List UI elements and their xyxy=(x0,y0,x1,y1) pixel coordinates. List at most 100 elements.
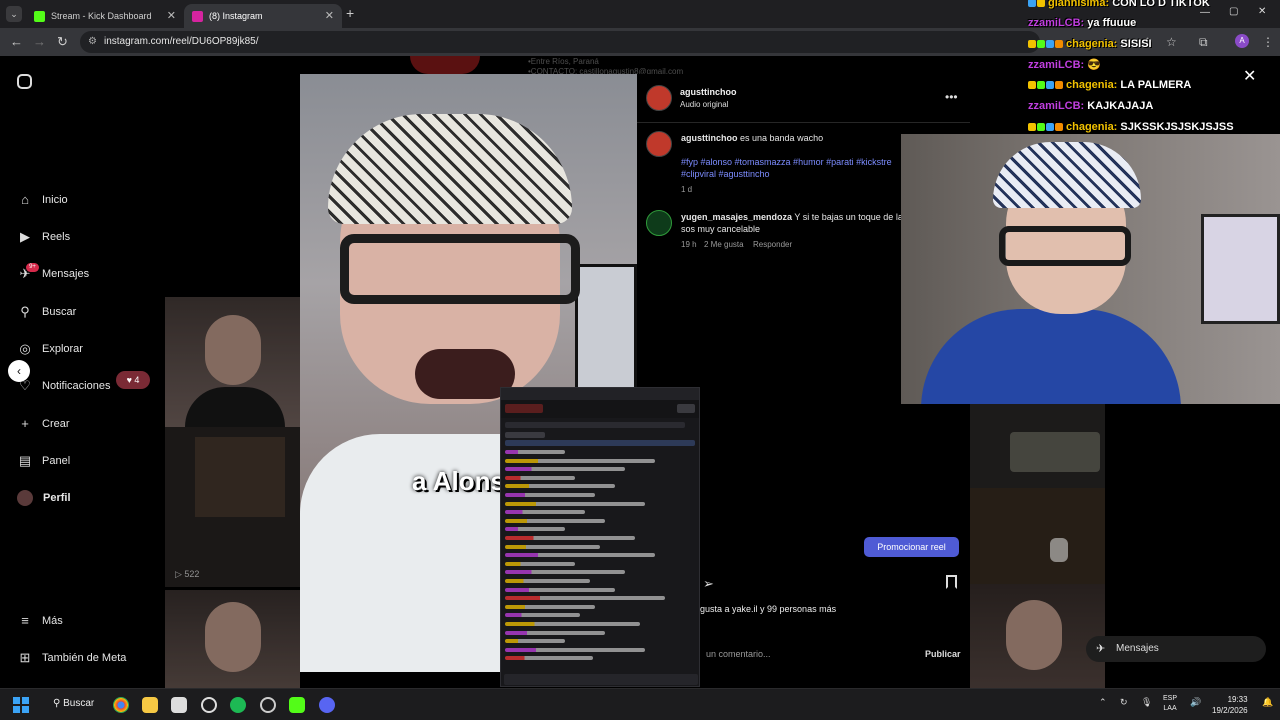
author-avatar[interactable] xyxy=(646,85,672,111)
tab-search-button[interactable]: ⌄ xyxy=(6,6,22,22)
sidebar-item-notificaciones[interactable]: ♡ Notificaciones xyxy=(16,378,110,394)
wall-poster xyxy=(1201,214,1280,324)
spotify-icon[interactable] xyxy=(230,697,246,713)
promote-reel-button[interactable]: Promocionar reel xyxy=(864,537,959,557)
comment: yugen_masajes_mendoza Y si te bajas un t… xyxy=(681,212,903,222)
video-bandana xyxy=(328,114,572,224)
kick-chat-popup[interactable] xyxy=(500,387,700,687)
chat-username: chagenia: xyxy=(1066,121,1118,133)
back-icon[interactable]: ← xyxy=(10,34,23,49)
tab-kick-dashboard[interactable]: Stream - Kick Dashboard ✕ xyxy=(26,4,184,28)
webcam-shirt xyxy=(921,309,1181,404)
chat-row xyxy=(505,561,575,566)
previous-post-arrow-icon[interactable]: ‹ xyxy=(8,360,30,382)
new-tab-button[interactable]: + xyxy=(346,5,354,21)
tab-title: (8) Instagram xyxy=(209,11,263,21)
language-primary: ESP xyxy=(1163,695,1178,702)
tab-instagram[interactable]: (8) Instagram ✕ xyxy=(184,4,342,28)
sidebar-item-mas[interactable]: ≡ Más xyxy=(16,613,63,628)
chat-username: zzamiLCB: xyxy=(1028,17,1085,29)
reels-icon: ▶ xyxy=(20,229,30,244)
chat-input[interactable] xyxy=(504,674,698,685)
url-bar[interactable]: ⚙ instagram.com/reel/DU6OP89jk85/ xyxy=(80,31,1040,53)
forward-icon[interactable]: → xyxy=(33,34,46,49)
close-window-icon[interactable]: ✕ xyxy=(1258,6,1266,17)
sidebar-item-buscar[interactable]: ⚲ Buscar xyxy=(16,304,76,320)
reload-icon[interactable]: ↻ xyxy=(57,34,68,50)
caption-author-avatar[interactable] xyxy=(646,131,672,157)
taskbar-search[interactable]: ⚲ Buscar xyxy=(53,698,94,709)
chrome-icon[interactable] xyxy=(113,697,129,713)
site-info-icon[interactable]: ⚙ xyxy=(88,31,97,53)
notepad-icon[interactable] xyxy=(171,697,187,713)
obs-icon[interactable] xyxy=(260,697,276,713)
close-tab-icon[interactable]: ✕ xyxy=(167,9,176,22)
popup-titlebar[interactable] xyxy=(501,388,699,400)
chat-username: giannisima: xyxy=(1048,0,1110,9)
likes-summary[interactable]: gusta a yake.il y 99 personas más xyxy=(700,604,836,614)
file-explorer-icon[interactable] xyxy=(142,697,158,713)
chat-message: chagenia: LA PALMERA xyxy=(1028,79,1191,91)
audio-label[interactable]: Audio original xyxy=(680,100,728,109)
sidebar-item-reels[interactable]: ▶ Reels xyxy=(16,229,70,245)
publish-button[interactable]: Publicar xyxy=(925,649,961,659)
volume-icon[interactable]: 🔊 xyxy=(1190,697,1201,708)
chat-header-row xyxy=(505,422,685,428)
sidebar-item-crear[interactable]: + Crear xyxy=(16,416,69,431)
chatgpt-icon[interactable] xyxy=(201,697,217,713)
share-icon[interactable]: ➢ xyxy=(703,576,714,592)
author-username[interactable]: agusttinchoo xyxy=(680,87,737,97)
chat-message: zzamiLCB: ya ffuuue xyxy=(1028,17,1136,29)
menu-icon: ≡ xyxy=(21,613,29,628)
discord-icon[interactable] xyxy=(319,697,335,713)
taskbar-search-label: Buscar xyxy=(63,698,95,709)
sidebar-item-explorar[interactable]: ◎ Explorar xyxy=(16,341,83,357)
chat-username: chagenia: xyxy=(1066,38,1118,50)
microphone-icon[interactable]: 🎙 xyxy=(1141,697,1152,708)
comment-likes[interactable]: 2 Me gusta xyxy=(704,240,744,249)
close-tab-icon[interactable]: ✕ xyxy=(325,9,334,22)
sidebar-item-meta[interactable]: ⊞ También de Meta xyxy=(16,650,127,666)
more-options-icon[interactable]: ••• xyxy=(945,90,958,104)
reply-button[interactable]: Responder xyxy=(753,240,792,249)
messages-pill[interactable]: ✈ Mensajes xyxy=(1086,636,1266,662)
kick-icon[interactable] xyxy=(289,697,305,713)
chat-message: zzamiLCB: 😎 xyxy=(1028,58,1101,71)
sync-icon[interactable]: ↻ xyxy=(1120,697,1128,708)
caption-hashtags[interactable]: #clipviral #agusttincho xyxy=(681,168,770,180)
caption-username[interactable]: agusttinchoo xyxy=(681,133,738,143)
meta-icon: ⊞ xyxy=(19,650,31,665)
sidebar-item-panel[interactable]: ▤ Panel xyxy=(16,453,70,469)
explore-icon: ◎ xyxy=(19,341,31,356)
clock-time: 19:33 xyxy=(1227,695,1248,704)
instagram-icon xyxy=(192,10,203,22)
comment-input[interactable]: un comentario... xyxy=(706,649,771,659)
start-button[interactable] xyxy=(13,697,29,713)
commenter-avatar[interactable] xyxy=(646,210,672,236)
sidebar-item-inicio[interactable]: ⌂ Inicio xyxy=(16,192,68,207)
chat-row xyxy=(505,587,615,592)
maximize-window-icon[interactable]: ▢ xyxy=(1229,6,1238,17)
tray-overflow-icon[interactable]: ⌃ xyxy=(1099,697,1107,708)
instagram-logo-icon[interactable] xyxy=(17,74,32,89)
caption-hashtags[interactable]: #fyp #alonso #tomasmazza #humor #parati … xyxy=(681,156,892,168)
chat-message: zzamiLCB: KAJKAJAJA xyxy=(1028,100,1153,112)
video-glasses xyxy=(340,234,580,304)
comment-age: 19 h xyxy=(681,240,697,249)
chat-row xyxy=(505,630,605,635)
avatar xyxy=(17,490,33,506)
notifications-icon[interactable]: 🔔 xyxy=(1262,697,1273,708)
save-icon[interactable] xyxy=(946,575,957,589)
chat-row xyxy=(505,527,565,532)
chat-row xyxy=(505,579,590,583)
windows-taskbar: ⚲ Buscar ⌃ ↻ 🎙 ESP LAA 🔊 19:33 19/2/2026 🔔 xyxy=(0,688,1280,720)
comment-username[interactable]: yugen_masajes_mendoza xyxy=(681,212,792,222)
language-indicator[interactable]: ESP LAA xyxy=(1163,694,1177,714)
chat-row xyxy=(505,518,605,523)
notifications-badge: ♥ 4 xyxy=(116,371,150,389)
chat-text: SJKSSKJSJSKJSJSS xyxy=(1120,121,1234,133)
minimize-window-icon[interactable]: — xyxy=(1200,7,1210,18)
sidebar-item-perfil[interactable]: Perfil xyxy=(16,490,71,506)
chat-row xyxy=(505,596,665,601)
clock[interactable]: 19:33 19/2/2026 xyxy=(1212,694,1248,716)
